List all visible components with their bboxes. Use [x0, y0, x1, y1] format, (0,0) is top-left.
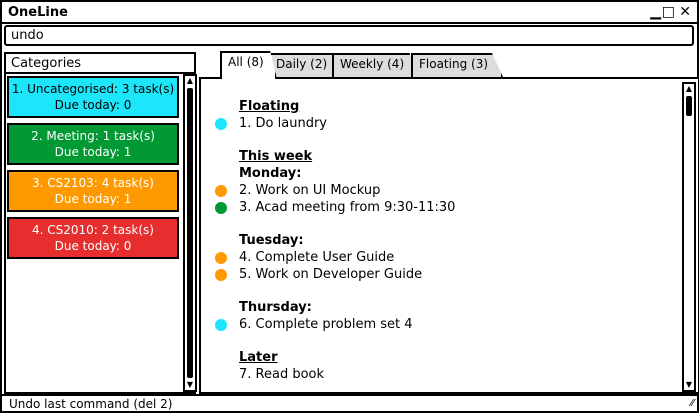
task-item[interactable]: 6. Complete problem set 4: [215, 317, 659, 334]
category-due-today: Due today: 0: [54, 239, 132, 253]
task-item[interactable]: 4. Complete User Guide: [215, 250, 659, 267]
category-color-dot: [215, 269, 227, 281]
scroll-up-icon[interactable]: ▲: [684, 84, 694, 94]
day-title: Thursday:: [239, 300, 312, 315]
section-title-later: Later: [239, 350, 278, 365]
task-text: 3. Acad meeting from 9:30-11:30: [239, 200, 456, 215]
minimize-icon[interactable]: ▁: [650, 4, 661, 20]
categories-list: 1. Uncategorised: 3 task(s) Due today: 0 2…: [6, 74, 181, 264]
task-text: 4. Complete User Guide: [239, 250, 395, 265]
maximize-icon[interactable]: □: [662, 4, 675, 20]
category-item[interactable]: 4. CS2010: 2 task(s) Due today: 0: [7, 217, 179, 259]
category-color-dot: [215, 202, 227, 214]
task-text: 1. Do laundry: [239, 116, 327, 131]
scroll-down-icon[interactable]: ▼: [185, 380, 195, 390]
status-bar: Undo last command (del 2) ⁄⁄: [2, 394, 697, 413]
day-title: Tuesday:: [239, 233, 304, 248]
scroll-up-icon[interactable]: ▲: [185, 76, 195, 86]
tasks-scrollbar[interactable]: ▲ ▼: [682, 82, 696, 392]
category-color-dot: [215, 369, 227, 381]
category-color-dot: [215, 252, 227, 264]
category-due-today: Due today: 1: [54, 145, 132, 159]
categories-panel: 1. Uncategorised: 3 task(s) Due today: 0 2…: [4, 74, 197, 394]
status-text: Undo last command (del 2): [9, 397, 173, 411]
tab-all[interactable]: All (8): [220, 51, 277, 79]
category-item[interactable]: 3. CS2103: 4 task(s) Due today: 1: [7, 170, 179, 212]
task-item[interactable]: 3. Acad meeting from 9:30-11:30: [215, 200, 659, 217]
scroll-thumb[interactable]: [686, 96, 692, 116]
category-color-dot: [215, 185, 227, 197]
close-icon[interactable]: ✕: [679, 4, 691, 20]
tab-weekly[interactable]: Weekly (4): [332, 53, 420, 77]
categories-header: Categories: [4, 52, 196, 74]
category-color-dot: [215, 118, 227, 130]
day-title: Monday:: [239, 166, 302, 181]
tab-daily[interactable]: Daily (2): [268, 53, 341, 77]
category-name: 4. CS2010: 2 task(s): [32, 223, 154, 237]
categories-scrollbar[interactable]: ▲ ▼: [183, 74, 197, 392]
task-item[interactable]: 1. Do laundry: [215, 116, 659, 133]
tab-floating[interactable]: Floating (3): [411, 53, 503, 77]
task-text: 7. Read book: [239, 367, 325, 382]
category-name: 2. Meeting: 1 task(s): [31, 129, 155, 143]
category-item[interactable]: 2. Meeting: 1 task(s) Due today: 1: [7, 123, 179, 165]
task-item[interactable]: 7. Read book: [215, 367, 659, 384]
command-input[interactable]: [4, 25, 694, 46]
task-item[interactable]: 2. Work on UI Mockup: [215, 183, 659, 200]
category-color-dot: [215, 319, 227, 331]
resize-grip-icon[interactable]: ⁄⁄: [691, 398, 694, 409]
section-title-floating: Floating: [239, 99, 300, 114]
scroll-thumb[interactable]: [187, 88, 193, 378]
task-item[interactable]: 5. Work on Developer Guide: [215, 267, 659, 284]
section-title-this-week: This week: [239, 149, 313, 164]
category-due-today: Due today: 0: [54, 98, 132, 112]
title-bar: OneLine ▁ □ ✕: [2, 2, 697, 24]
window-title: OneLine: [8, 5, 68, 20]
category-due-today: Due today: 1: [54, 192, 132, 206]
category-name: 1. Uncategorised: 3 task(s): [11, 82, 175, 96]
task-text: 5. Work on Developer Guide: [239, 267, 423, 282]
category-name: 3. CS2103: 4 task(s): [32, 176, 154, 190]
task-text: 6. Complete problem set 4: [239, 317, 413, 332]
task-list: Floating 1. Do laundry This week Monday: 2. …: [215, 99, 659, 384]
task-panel: Floating 1. Do laundry This week Monday: 2. …: [199, 77, 699, 394]
scroll-down-icon[interactable]: ▼: [684, 380, 694, 390]
task-text: 2. Work on UI Mockup: [239, 183, 381, 198]
app-window: OneLine ▁ □ ✕ Categories 1. Uncategorise…: [0, 0, 699, 413]
category-item[interactable]: 1. Uncategorised: 3 task(s) Due today: 0: [7, 76, 179, 118]
